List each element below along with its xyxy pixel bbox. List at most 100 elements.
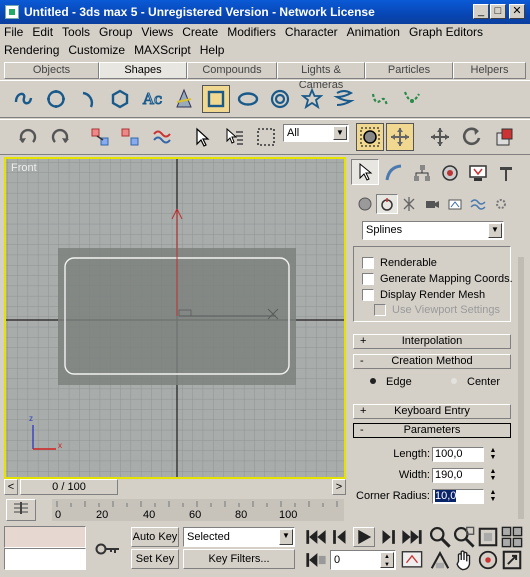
front-viewport[interactable]: Front z x [4,157,346,479]
frame-spinner[interactable]: ▲ ▼ [380,552,394,568]
rectangular-selection-region-icon[interactable] [252,123,280,151]
keyboard-entry-rollout[interactable]: + Keyboard Entry [353,404,511,419]
key-mode-dropdown[interactable]: Selected ▼ [183,527,295,547]
menu-views[interactable]: Views [141,24,173,40]
circle-icon[interactable] [42,85,70,113]
line-icon[interactable] [9,85,37,113]
menu-maxscript[interactable]: MAXScript [134,42,191,58]
command-panel-scrollbar[interactable] [518,257,524,519]
systems-icon[interactable] [490,194,512,214]
time-slider-prev-button[interactable]: < [4,479,18,495]
mini-curve-editor-button[interactable] [6,499,36,521]
star-icon[interactable] [298,85,326,113]
arc-icon[interactable] [75,85,103,113]
tab-objects[interactable]: Objects [4,62,99,79]
create-panel-icon[interactable] [351,159,379,185]
menu-rendering[interactable]: Rendering [4,42,59,58]
helix-icon[interactable] [330,85,358,113]
previous-frame-icon[interactable] [329,527,351,547]
go-to-end-icon[interactable] [401,527,423,547]
corner-radius-spinner[interactable]: ▲ ▼ [488,489,498,504]
space-warps-icon[interactable] [467,194,489,214]
menu-file[interactable]: File [4,24,23,40]
menu-create[interactable]: Create [182,24,218,40]
zoom-icon[interactable] [429,526,451,548]
arc-rotate-icon[interactable] [477,550,499,570]
width-input[interactable]: 190,0 [432,468,484,483]
menu-graph-editors[interactable]: Graph Editors [409,24,483,40]
viewport-label[interactable]: Front [11,162,37,174]
zoom-extents-icon[interactable] [477,527,499,547]
window-crossing-icon[interactable] [356,123,384,151]
app-icon[interactable] [5,5,19,19]
menu-group[interactable]: Group [99,24,132,40]
select-and-rotate-icon[interactable] [426,123,454,151]
menu-animation[interactable]: Animation [347,24,400,40]
display-panel-icon[interactable] [465,161,491,185]
select-and-scale-icon[interactable] [490,123,518,151]
zoom-extents-all-icon[interactable] [501,526,523,548]
auto-key-button[interactable]: Auto Key [131,527,179,547]
rotate-icon[interactable] [458,123,486,151]
select-and-move-icon[interactable] [386,123,414,151]
next-frame-icon[interactable] [377,527,399,547]
tab-compounds[interactable]: Compounds [187,62,277,79]
key-mode-toggle-icon[interactable] [305,550,327,570]
lights-icon[interactable] [398,194,420,214]
length-input[interactable]: 100,0 [432,447,484,462]
menu-customize[interactable]: Customize [68,42,125,58]
maxscript-listener-top[interactable] [4,526,86,548]
close-button[interactable]: ✕ [509,4,525,19]
geometry-icon[interactable] [354,194,376,214]
zoom-all-icon[interactable] [453,526,475,548]
cameras-icon[interactable] [421,194,443,214]
select-by-name-icon[interactable] [220,123,248,151]
text-icon[interactable]: Ac [138,85,166,113]
menu-character[interactable]: Character [285,24,338,40]
pan-icon[interactable] [453,550,475,571]
length-spinner[interactable]: ▲ ▼ [488,447,498,462]
modify-panel-icon[interactable] [381,161,407,185]
undo-icon[interactable] [14,123,42,151]
menu-edit[interactable]: Edit [32,24,53,40]
redo-icon[interactable] [46,123,74,151]
hierarchy-panel-icon[interactable] [409,161,435,185]
menu-modifiers[interactable]: Modifiers [227,24,276,40]
selection-filter-dropdown[interactable]: All ▼ [283,124,349,142]
maxscript-listener-bottom[interactable] [4,548,86,570]
center-radio[interactable] [451,378,457,384]
generate-mapping-coords-checkbox[interactable] [362,273,374,285]
interpolation-rollout[interactable]: + Interpolation [353,334,511,349]
tab-helpers[interactable]: Helpers [453,62,526,79]
menu-tools[interactable]: Tools [62,24,90,40]
renderable-checkbox[interactable] [362,257,374,269]
edge-radio[interactable] [370,378,376,384]
set-key-button[interactable]: Set Key [131,549,179,569]
ngon-icon[interactable] [106,85,134,113]
key-icon[interactable] [88,527,128,571]
field-of-view-icon[interactable] [429,550,451,570]
rectangle-icon[interactable] [202,85,230,113]
width-spinner[interactable]: ▲ ▼ [488,468,498,483]
motion-panel-icon[interactable] [437,161,463,185]
key-filters-button[interactable]: Key Filters... [183,549,295,569]
maximize-button[interactable]: □ [490,4,506,19]
play-icon[interactable] [353,527,375,547]
time-slider-next-button[interactable]: > [332,479,346,495]
time-slider-thumb[interactable]: 0 / 100 [20,479,118,495]
tab-shapes[interactable]: Shapes [99,62,187,79]
menu-help[interactable]: Help [200,42,225,58]
corner-radius-input[interactable]: 10,0 [432,489,484,504]
tab-particles[interactable]: Particles [365,62,453,79]
section-icon[interactable] [170,85,198,113]
bind-to-space-warp-icon[interactable] [148,123,176,151]
maximize-viewport-icon[interactable] [501,550,523,570]
helpers-icon[interactable] [444,194,466,214]
donut-icon[interactable] [266,85,294,113]
tab-lights-cameras[interactable]: Lights & Cameras [277,62,365,91]
go-to-start-icon[interactable] [305,527,327,547]
select-and-link-icon[interactable] [86,123,114,151]
extended-spline-icon-2[interactable] [398,85,426,113]
extended-spline-icon-1[interactable] [366,85,394,113]
display-render-mesh-checkbox[interactable] [362,289,374,301]
